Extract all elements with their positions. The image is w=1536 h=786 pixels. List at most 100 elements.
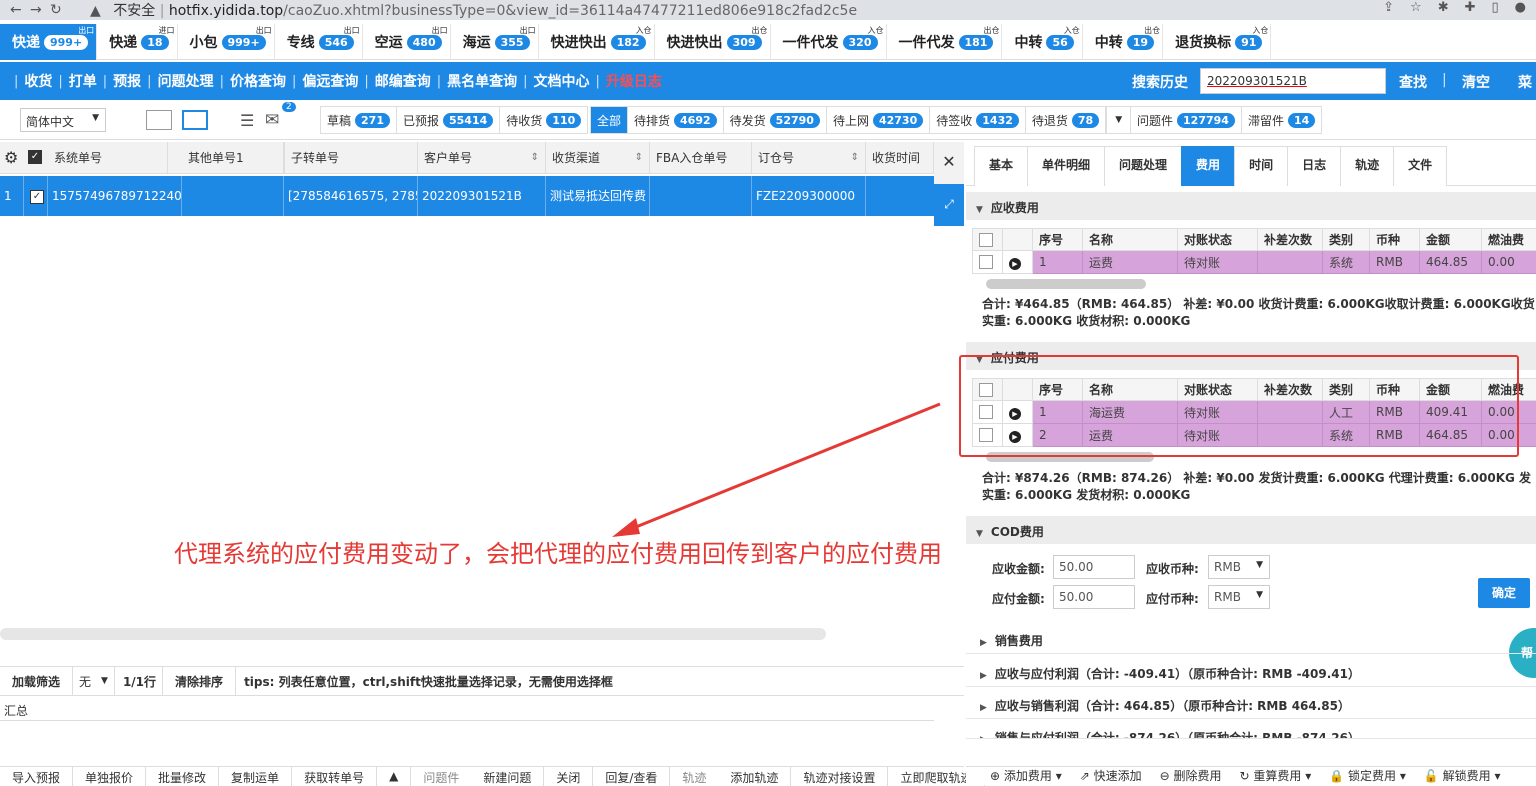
bottom-action-button[interactable]: 新建问题 [471,767,544,786]
collapsed-section[interactable]: ▶应收与应付利润（合计: -409.41）（原币种合计: RMB -409.41… [966,657,1536,687]
category-tab[interactable]: 专线546出口 [275,24,363,60]
tab-1[interactable]: 单件明细 [1027,146,1105,186]
reload-icon[interactable]: ↻ [50,2,70,18]
menu-item[interactable]: 价格查询 [224,71,292,91]
col-channel[interactable]: 收货渠道⇕ [546,142,650,174]
status-filter[interactable]: 待收货110 [500,107,587,133]
status-filter[interactable]: 全部 [591,107,628,133]
status-filter[interactable]: 待签收1432 [930,107,1026,133]
cell-booking-no[interactable]: FZE2209300000 [752,176,866,216]
collapsed-section[interactable]: ▶销售与应付利润（合计: -874.26）（原币种合计: RMB -874.26… [966,721,1536,739]
language-select[interactable]: 简体中文 ▼ [20,108,106,132]
table-header-checkbox[interactable] [973,229,1003,251]
col-booking-no[interactable]: 订仓号⇕ [752,142,866,174]
mail-icon[interactable]: ✉ [265,110,279,130]
bottom-action-button[interactable]: 添加轨迹 [718,767,791,786]
tab-6[interactable]: 轨迹 [1340,146,1394,186]
gear-icon[interactable]: ⚙ [4,148,18,167]
sort-icon[interactable]: ⇕ [635,142,643,174]
menu-item[interactable]: 预报 [107,71,147,91]
bottom-action-button[interactable]: 关闭 [544,767,593,786]
status-filter[interactable]: 待上网42730 [827,107,930,133]
cod-section-header[interactable]: ▼COD费用 [966,516,1536,544]
cod-recv-currency-select[interactable]: RMB▼ [1208,555,1270,579]
close-icon[interactable]: ✕ [934,142,964,184]
back-icon[interactable]: ← [10,2,30,18]
status-filter[interactable]: 待退货78 [1026,107,1106,133]
fee-action-button[interactable]: ⊖ 删除费用 [1160,767,1222,785]
collapsed-section[interactable]: ▶销售费用 [966,624,1536,654]
category-tab[interactable]: 空运480出口 [363,24,451,60]
more-menu-button[interactable]: 菜 [1518,72,1532,92]
cell-other-no[interactable] [182,176,284,216]
play-icon[interactable]: ▶ [1009,258,1021,270]
status-filter[interactable]: 草稿271 [321,107,397,133]
tab-2[interactable]: 问题处理 [1104,146,1182,186]
table-row[interactable]: 1 ✓ 1575749678971224064 [278584616575, 2… [0,176,934,216]
single-view-button[interactable] [182,110,208,130]
star-icon[interactable]: ☆ [1410,0,1422,15]
cod-confirm-button[interactable]: 确定 [1478,578,1530,608]
sort-icon[interactable]: ⇕ [531,142,539,174]
split-view-button[interactable] [146,110,172,130]
fee-action-button[interactable]: 🔓 解锁费用 ▾ [1424,767,1501,785]
tab-7[interactable]: 文件 [1393,146,1447,186]
forward-icon[interactable]: → [30,2,50,18]
url-field[interactable]: ▲ 不安全 | hotfix.yidida.top/caoZuo.xhtml?b… [90,0,857,20]
receivable-scrollbar[interactable] [986,279,1146,289]
tab-5[interactable]: 日志 [1287,146,1341,186]
tab-4[interactable]: 时间 [1234,146,1288,186]
category-tab[interactable]: 快递999+出口 [0,24,97,60]
table-row[interactable]: ▶1运费待对账系统RMB464.850.00 [973,251,1536,274]
col-receive-time[interactable]: 收货时间 [866,142,934,174]
profile-icon[interactable]: ● [1515,0,1526,15]
category-tab[interactable]: 海运355出口 [451,24,539,60]
category-tab[interactable]: 小包999+出口 [178,24,275,60]
menu-item[interactable]: 文档中心 [528,71,596,91]
cell-channel[interactable]: 测试易抵达回传费 [546,176,650,216]
tab-3[interactable]: 费用 [1181,146,1235,186]
load-filter-button[interactable]: 加载筛选 [0,667,73,695]
collapse-up-icon[interactable]: ▲ [377,767,411,786]
search-history-label[interactable]: 搜索历史 [1132,72,1188,92]
sort-icon[interactable]: ⇕ [851,142,859,174]
grid-horizontal-scrollbar[interactable] [0,628,826,640]
category-tab[interactable]: 中转56入仓 [1002,24,1082,60]
menu-item[interactable]: 偏远查询 [296,71,364,91]
cell-sub-no[interactable]: [278584616575, 27858 [284,176,418,216]
category-tab[interactable]: 中转19出仓 [1083,24,1163,60]
category-tab[interactable]: 快进快出309出仓 [655,24,771,60]
row-expand[interactable]: ▶ [1003,251,1033,274]
menu-item[interactable]: 打单 [63,71,103,91]
window-icon[interactable]: ▯ [1492,0,1499,15]
receivable-section-header[interactable]: ▼应收费用 [966,192,1536,220]
cell-customer-no[interactable]: 202209301521B [418,176,546,216]
cell-fba-no[interactable] [650,176,752,216]
col-sub-no[interactable]: 子转单号 [284,142,418,174]
dropdown-arrow-icon[interactable]: ▼ [1106,107,1130,133]
col-customer-no[interactable]: 客户单号⇕ [418,142,546,174]
menu-item[interactable]: 黑名单查询 [441,71,523,91]
category-tab[interactable]: 快递18进口 [97,24,177,60]
menu-item[interactable]: 邮编查询 [369,71,437,91]
bottom-action-button[interactable]: 导入预报 [0,767,73,786]
bottom-action-button[interactable]: 回复/查看 [593,767,670,786]
bottom-action-button[interactable]: 获取转单号 [292,767,377,786]
category-tab[interactable]: 一件代发181出仓 [887,24,1003,60]
cell-system-no[interactable]: 1575749678971224064 [48,176,182,216]
status-filter[interactable]: 滞留件14 [1242,107,1321,133]
status-filter[interactable]: 待发货52790 [724,107,827,133]
status-filter[interactable]: 问题件127794 [1131,107,1242,133]
expand-icon[interactable]: ⤢ [934,184,964,226]
clear-button[interactable]: 清空 [1462,72,1490,92]
select-all-checkbox[interactable]: ✓ [28,150,42,164]
cod-recv-amount-input[interactable]: 50.00 [1053,555,1135,579]
cod-pay-amount-input[interactable]: 50.00 [1053,585,1135,609]
col-other-no[interactable]: 其他单号1 [182,142,284,174]
category-tab[interactable]: 退货换标91入仓 [1163,24,1271,60]
bottom-action-button[interactable]: 复制运单 [219,767,292,786]
find-button[interactable]: 查找 [1399,72,1427,92]
search-input[interactable]: 202209301521B [1200,68,1386,94]
col-system-no[interactable]: 系统单号 [48,142,168,174]
filter-select[interactable]: 无▼ [73,667,115,695]
